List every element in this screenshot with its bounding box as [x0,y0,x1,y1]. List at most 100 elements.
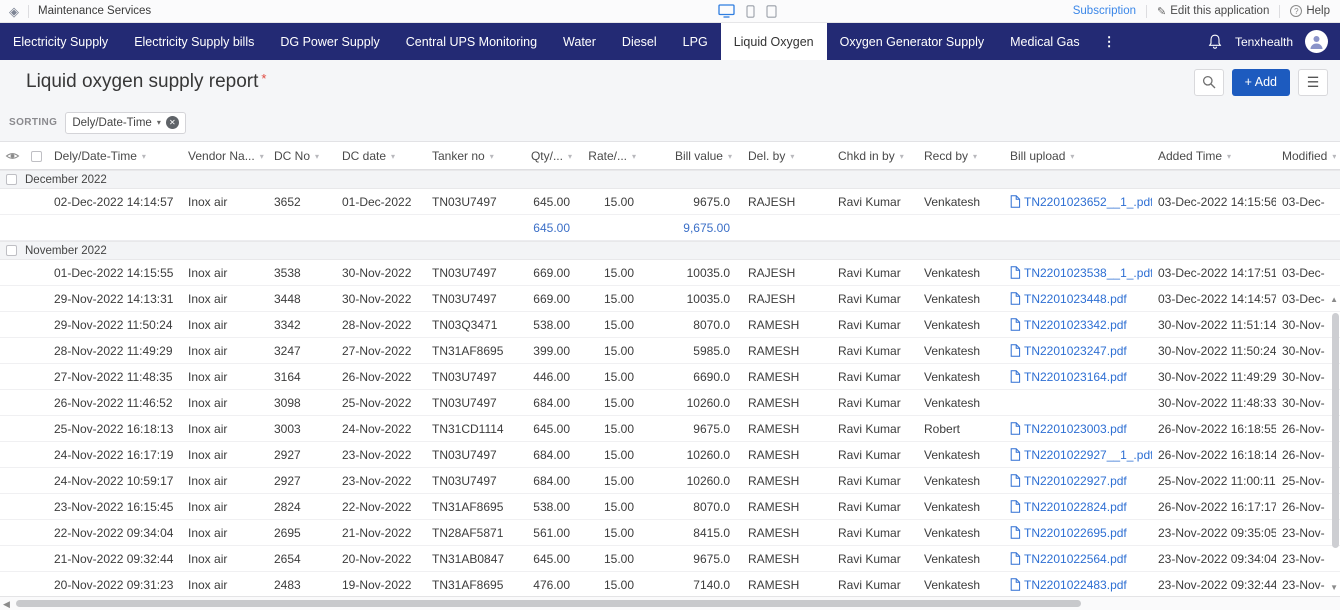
show-hide-columns-button[interactable] [0,151,24,161]
sort-caret-icon[interactable]: ▾ [1332,152,1336,161]
table-row[interactable]: 23-Nov-2022 16:15:45Inox air282422-Nov-2… [0,494,1340,520]
horizontal-scrollbar-thumb[interactable] [16,600,1081,607]
user-avatar[interactable] [1305,30,1328,53]
nav-tab-oxygen-generator-supply[interactable]: Oxygen Generator Supply [827,23,998,60]
column-header-del-by[interactable]: Del. by▾ [742,149,832,163]
table-row[interactable]: 29-Nov-2022 14:13:31Inox air344830-Nov-2… [0,286,1340,312]
search-button[interactable] [1194,69,1224,96]
bill-upload-link[interactable]: TN2201023538__1_.pdf [1024,266,1152,280]
scroll-up-arrow-icon[interactable]: ▲ [1330,295,1338,304]
column-header-rate-[interactable]: Rate/...▾ [582,149,646,163]
group-checkbox[interactable] [6,174,17,185]
remove-sort-icon[interactable]: ✕ [166,116,179,129]
cell-bill_upload: TN2201023652__1_.pdf [1004,195,1152,209]
column-header-qty-[interactable]: Qty/...▾ [520,149,582,163]
tablet-view-icon[interactable] [766,5,777,18]
nav-tab-diesel[interactable]: Diesel [609,23,670,60]
cell-dely: 01-Dec-2022 14:15:55 [48,266,182,280]
bill-upload-link[interactable]: TN2201023003.pdf [1024,422,1127,436]
table-row[interactable]: 22-Nov-2022 09:34:04Inox air269521-Nov-2… [0,520,1340,546]
sort-caret-icon[interactable]: ▾ [1070,152,1074,161]
nav-tab-water[interactable]: Water [550,23,609,60]
nav-tab-electricity-supply[interactable]: Electricity Supply [0,23,121,60]
hamburger-icon: ☰ [1307,75,1320,89]
table-row[interactable]: 01-Dec-2022 14:15:55Inox air353830-Nov-2… [0,260,1340,286]
bill-upload-link[interactable]: TN2201022695.pdf [1024,526,1127,540]
sort-caret-icon[interactable]: ▾ [728,152,732,161]
group-checkbox[interactable] [6,245,17,256]
report-title-text: Liquid oxygen supply report [26,71,258,92]
column-header-tanker-no[interactable]: Tanker no▾ [426,149,520,163]
sort-caret-icon[interactable]: ▾ [632,152,636,161]
cell-dc_date: 22-Nov-2022 [336,500,426,514]
chevron-down-icon[interactable]: ▾ [157,118,161,127]
sorting-bar: SORTING Dely/Date-Time ▾ ✕ [0,104,1340,142]
view-menu-button[interactable]: ☰ [1298,69,1328,96]
sort-caret-icon[interactable]: ▾ [315,152,319,161]
select-all-checkbox[interactable] [31,151,42,162]
desktop-view-icon[interactable] [718,4,735,18]
table-row[interactable]: 26-Nov-2022 11:46:52Inox air309825-Nov-2… [0,390,1340,416]
cell-recd_by: Venkatesh [918,266,1004,280]
bill-upload-link[interactable]: TN2201022927.pdf [1024,474,1127,488]
column-header-dely-date-time[interactable]: Dely/Date-Time▾ [48,149,182,163]
scroll-down-arrow-icon[interactable]: ▼ [1330,583,1338,592]
table-row[interactable]: 27-Nov-2022 11:48:35Inox air316426-Nov-2… [0,364,1340,390]
table-row[interactable]: 21-Nov-2022 09:32:44Inox air265420-Nov-2… [0,546,1340,572]
sort-chip[interactable]: Dely/Date-Time ▾ ✕ [65,112,185,134]
bill-upload-link[interactable]: TN2201022483.pdf [1024,578,1127,592]
bill-upload-link[interactable]: TN2201023247.pdf [1024,344,1127,358]
table-row[interactable]: 24-Nov-2022 10:59:17Inox air292723-Nov-2… [0,468,1340,494]
column-header-bill-upload[interactable]: Bill upload▾ [1004,149,1152,163]
sort-caret-icon[interactable]: ▾ [260,152,264,161]
column-header-vendor-na-[interactable]: Vendor Na...▾ [182,149,268,163]
notification-bell-icon[interactable] [1207,33,1223,50]
table-row[interactable]: 25-Nov-2022 16:18:13Inox air300324-Nov-2… [0,416,1340,442]
phone-view-icon[interactable] [746,5,755,18]
table-row[interactable]: 28-Nov-2022 11:49:29Inox air324727-Nov-2… [0,338,1340,364]
sort-caret-icon[interactable]: ▾ [490,152,494,161]
help-button[interactable]: ? Help [1290,5,1330,17]
sort-caret-icon[interactable]: ▾ [568,152,572,161]
column-header-dc-no[interactable]: DC No▾ [268,149,336,163]
bill-upload-link[interactable]: TN2201023342.pdf [1024,318,1127,332]
sort-caret-icon[interactable]: ▾ [1227,152,1231,161]
scroll-left-arrow-icon[interactable]: ◀ [3,599,10,610]
sort-caret-icon[interactable]: ▾ [790,152,794,161]
sort-caret-icon[interactable]: ▾ [391,152,395,161]
cell-bill: 6690.0 [646,370,742,384]
bill-upload-link[interactable]: TN2201022927__1_.pdf [1024,448,1152,462]
table-row[interactable]: 24-Nov-2022 16:17:19Inox air292723-Nov-2… [0,442,1340,468]
column-header-chkd-in-by[interactable]: Chkd in by▾ [832,149,918,163]
sort-caret-icon[interactable]: ▾ [973,152,977,161]
column-header-dc-date[interactable]: DC date▾ [336,149,426,163]
table-row[interactable]: 29-Nov-2022 11:50:24Inox air334228-Nov-2… [0,312,1340,338]
vertical-scrollbar-thumb[interactable] [1332,313,1339,548]
nav-more-icon[interactable]: ⋮ [1093,23,1126,60]
bill-upload-link[interactable]: TN2201022824.pdf [1024,500,1127,514]
nav-tab-medical-gas[interactable]: Medical Gas [997,23,1092,60]
nav-tab-dg-power-supply[interactable]: DG Power Supply [267,23,392,60]
column-header-bill-value[interactable]: Bill value▾ [646,149,742,163]
sort-caret-icon[interactable]: ▾ [142,152,146,161]
edit-application-button[interactable]: ✎ Edit this application [1157,5,1269,18]
table-row[interactable]: 20-Nov-2022 09:31:23Inox air248319-Nov-2… [0,572,1340,598]
bill-upload-link[interactable]: TN2201023448.pdf [1024,292,1127,306]
bill-upload-link[interactable]: TN2201022564.pdf [1024,552,1127,566]
column-header-added-time[interactable]: Added Time▾ [1152,149,1276,163]
nav-tab-liquid-oxygen[interactable]: Liquid Oxygen [721,23,827,60]
cell-dely: 28-Nov-2022 11:49:29 [48,344,182,358]
bill-upload-link[interactable]: TN2201023164.pdf [1024,370,1127,384]
bill-upload-link[interactable]: TN2201023652__1_.pdf [1024,195,1152,209]
nav-tab-lpg[interactable]: LPG [670,23,721,60]
cell-bill_upload: TN2201022483.pdf [1004,578,1152,592]
column-header-modified[interactable]: Modified▾ [1276,149,1336,163]
horizontal-scrollbar[interactable]: ◀ [0,596,1340,610]
nav-tab-electricity-supply-bills[interactable]: Electricity Supply bills [121,23,267,60]
table-row[interactable]: 02-Dec-2022 14:14:57Inox air365201-Dec-2… [0,189,1340,215]
sort-caret-icon[interactable]: ▾ [900,152,904,161]
add-button[interactable]: + Add [1232,69,1290,96]
subscription-link[interactable]: Subscription [1073,5,1136,17]
nav-tab-central-ups-monitoring[interactable]: Central UPS Monitoring [393,23,550,60]
column-header-recd-by[interactable]: Recd by▾ [918,149,1004,163]
